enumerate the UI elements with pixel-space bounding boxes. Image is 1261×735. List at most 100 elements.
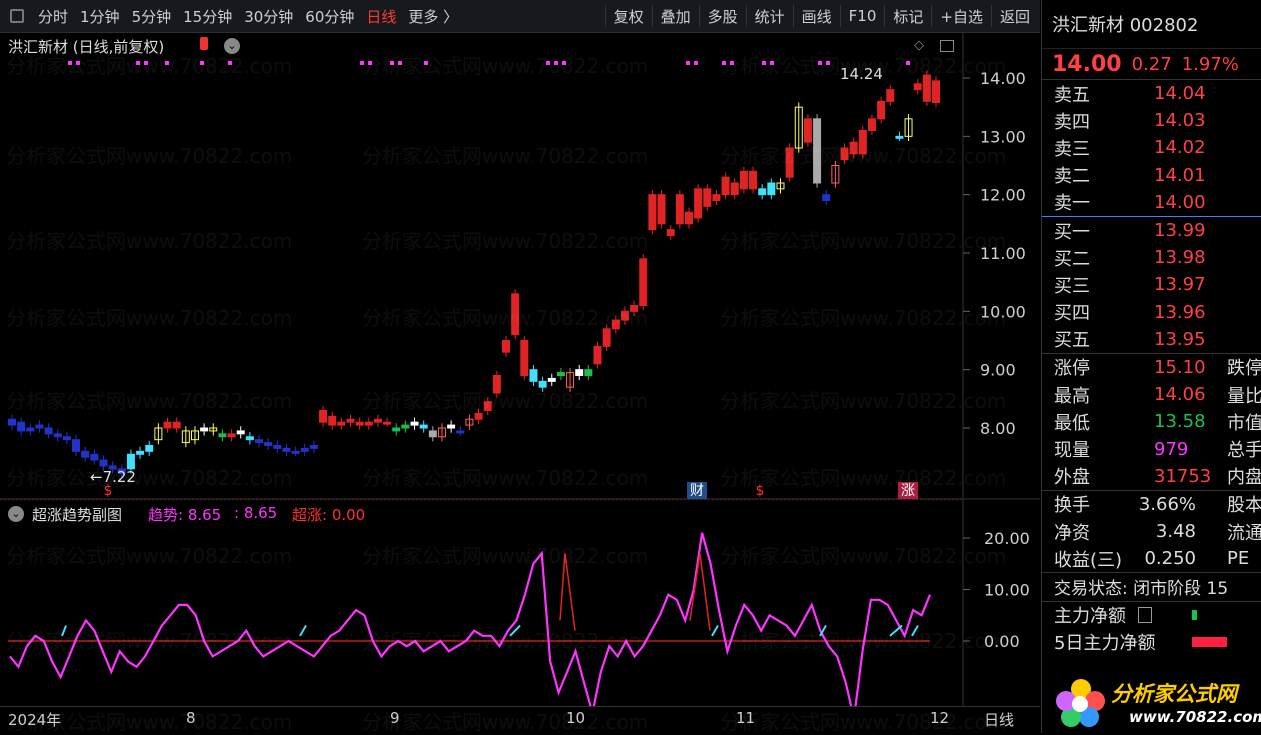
candle-body bbox=[447, 424, 456, 429]
indicator-svg: 20.00 10.00 0.00 bbox=[8, 500, 1030, 719]
site-logo: 分析家公式网 www.70822.com bbox=[1049, 672, 1261, 733]
period-tab[interactable]: 30分钟 bbox=[238, 6, 299, 27]
row-label-2: PE bbox=[1227, 548, 1250, 570]
row-value: 13.98 bbox=[1154, 247, 1206, 269]
candle-body bbox=[291, 450, 300, 454]
super-rise-line bbox=[559, 553, 576, 631]
candle-body bbox=[328, 415, 337, 426]
chevron-down-icon[interactable]: ⌄ bbox=[8, 506, 24, 522]
candle-body bbox=[456, 430, 465, 434]
candle-body bbox=[867, 118, 876, 132]
quote-row: 外盘 31753 内盘 bbox=[1042, 463, 1261, 490]
candle-body bbox=[886, 89, 895, 102]
add-watchlist-button[interactable]: +自选 bbox=[934, 6, 989, 27]
candle-body bbox=[492, 375, 501, 394]
row-label: 买二 bbox=[1054, 248, 1090, 270]
main-chart-title: 洪汇新材 (日线,前复权) bbox=[8, 38, 165, 56]
period-label: 日线 bbox=[984, 711, 1015, 729]
row-value: 14.00 bbox=[1154, 191, 1206, 213]
net5-bar bbox=[1192, 637, 1227, 648]
candle-body bbox=[593, 345, 602, 365]
candle-body bbox=[72, 439, 81, 452]
quote-row: 卖二 14.01 bbox=[1042, 162, 1261, 189]
main-net5-row: 5日主力净额 bbox=[1042, 629, 1261, 656]
indicator-tick: 0.00 bbox=[984, 632, 1020, 651]
period-tab[interactable]: 15分钟 bbox=[177, 6, 238, 27]
candle-body bbox=[666, 229, 675, 237]
candle-body bbox=[227, 433, 236, 438]
candle-body bbox=[8, 418, 16, 426]
panel-toggle-icon[interactable] bbox=[940, 40, 954, 52]
chevron-down-icon[interactable]: ⌄ bbox=[224, 38, 240, 54]
price-tick: 11.00 bbox=[980, 244, 1026, 263]
divider bbox=[745, 5, 747, 27]
stats-block-2: 换手 3.66% 股本 净资 3.48 流通 收益(三) 0.250 PE bbox=[1042, 491, 1261, 573]
row-value: 14.04 bbox=[1154, 83, 1206, 105]
stats-button[interactable]: 统计 bbox=[749, 6, 791, 27]
candle-body bbox=[694, 188, 703, 219]
multi-stock-button[interactable]: 多股 bbox=[702, 6, 744, 27]
candle-body bbox=[428, 430, 437, 438]
overlay-button[interactable]: 叠加 bbox=[655, 6, 697, 27]
row-value: 14.01 bbox=[1154, 164, 1206, 186]
row-value: 3.66% bbox=[1138, 493, 1196, 515]
period-tab[interactable]: 5分钟 bbox=[126, 6, 178, 27]
cyan-segment bbox=[61, 625, 67, 637]
date-axis: 2024年 8 9 10 11 12 日线 bbox=[0, 706, 1040, 734]
candle-body bbox=[813, 118, 822, 184]
toolbar-grip-icon[interactable] bbox=[10, 9, 24, 23]
quote-row: 卖四 14.03 bbox=[1042, 107, 1261, 134]
quote-row: 卖一 14.00 bbox=[1042, 189, 1261, 216]
candle-body bbox=[273, 445, 282, 449]
trend-line bbox=[9, 532, 932, 719]
row-label: 卖三 bbox=[1054, 138, 1090, 160]
quote-row: 最高 14.06 量比 bbox=[1042, 381, 1261, 408]
period-tab[interactable]: 60分钟 bbox=[299, 6, 360, 27]
flower-logo-icon bbox=[1056, 679, 1105, 727]
candle-body bbox=[611, 319, 620, 330]
period-tab[interactable]: 分时 bbox=[32, 6, 74, 27]
row-label: 买四 bbox=[1054, 303, 1090, 325]
candle-body bbox=[483, 401, 492, 411]
main-candle-chart[interactable]: 14.00 13.00 12.00 11.00 10.00 9.00 8.00 $ 财 $ 涨 洪汇… bbox=[0, 32, 1040, 501]
candle-body bbox=[803, 118, 812, 143]
back-button[interactable]: 返回 bbox=[994, 6, 1040, 27]
candle-body bbox=[767, 182, 776, 196]
draw-line-button[interactable]: 画线 bbox=[796, 6, 838, 27]
diamond-icon[interactable]: ◇ bbox=[914, 38, 924, 53]
candle-body bbox=[255, 439, 264, 444]
row-label: 最低 bbox=[1054, 412, 1090, 434]
divider bbox=[884, 5, 886, 27]
quote-row: 卖三 14.02 bbox=[1042, 134, 1261, 161]
f10-button[interactable]: F10 bbox=[843, 7, 883, 25]
divider bbox=[698, 5, 700, 27]
super-rise-value: 超涨: 0.00 bbox=[292, 506, 366, 524]
mark-button[interactable]: 标记 bbox=[887, 6, 929, 27]
price-tick: 13.00 bbox=[980, 127, 1026, 146]
trend-value-2: : 8.65 bbox=[234, 504, 278, 522]
row-label: 卖二 bbox=[1054, 166, 1090, 188]
row-value: 13.96 bbox=[1154, 301, 1206, 323]
indicator-sub-chart[interactable]: 20.00 10.00 0.00 ⌄ 超涨趋势副图 趋势: 8.65 : 8.65 … bbox=[0, 500, 1040, 719]
period-tab[interactable]: 1分钟 bbox=[74, 6, 126, 27]
candle-body bbox=[840, 147, 849, 161]
adjust-button[interactable]: 复权 bbox=[608, 6, 650, 27]
candle-body bbox=[913, 83, 922, 91]
candle-body bbox=[739, 170, 748, 190]
quote-row: 现量 979 总手 bbox=[1042, 435, 1261, 462]
candle-body bbox=[163, 421, 172, 429]
candle-body bbox=[922, 74, 931, 102]
price-tick: 14.00 bbox=[980, 69, 1026, 88]
list-icon[interactable] bbox=[1138, 607, 1152, 624]
divider bbox=[604, 5, 606, 27]
candle-body bbox=[309, 445, 318, 449]
price-change-pct: 1.97% bbox=[1181, 53, 1239, 75]
candle-body bbox=[401, 424, 410, 429]
cyan-segment bbox=[711, 625, 719, 637]
stats-block: 涨停 15.10 跌停 最高 14.06 量比 最低 13.58 市值 现量 979 总手 外盘 3175… bbox=[1042, 354, 1261, 490]
row-label: 最高 bbox=[1054, 385, 1090, 407]
candle-body bbox=[547, 377, 556, 382]
cyan-segment bbox=[889, 624, 903, 637]
more-periods-button[interactable]: 更多 〉 bbox=[402, 6, 464, 27]
period-tab-daily[interactable]: 日线 bbox=[360, 6, 402, 27]
